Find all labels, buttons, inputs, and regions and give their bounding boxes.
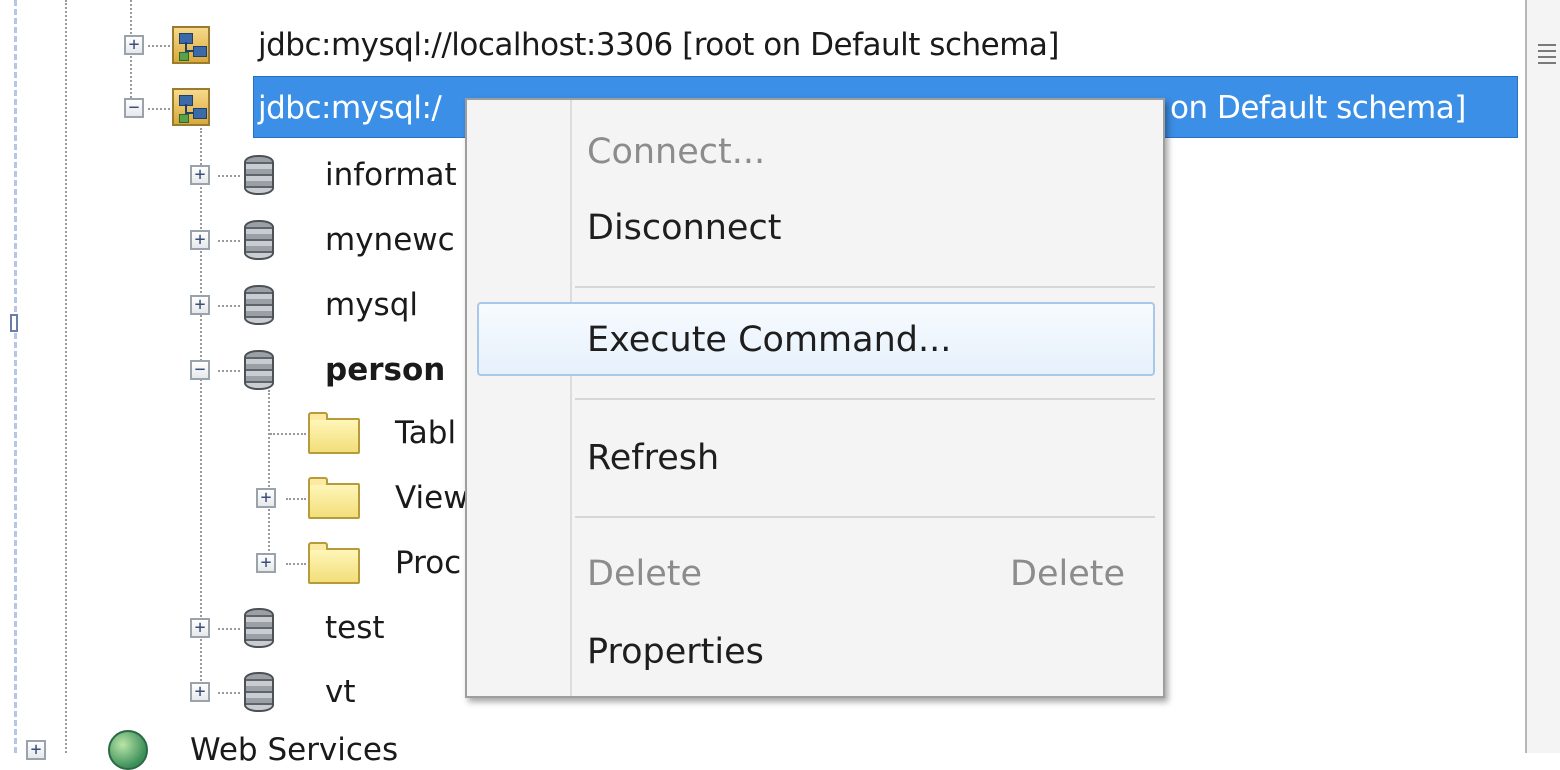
folder-icon — [308, 477, 360, 519]
schema-label[interactable]: test — [325, 608, 385, 648]
menu-item-connect[interactable]: Connect... — [587, 128, 765, 176]
database-schema-icon — [244, 672, 274, 712]
database-schema-icon — [244, 155, 274, 195]
menu-icon-gutter — [570, 100, 572, 696]
connection-label-selected-suffix[interactable]: on Default schema] — [1170, 88, 1466, 128]
expand-toggle-icon[interactable]: + — [190, 230, 210, 250]
expand-toggle-icon[interactable]: + — [26, 740, 46, 760]
schema-label[interactable]: mysql — [325, 285, 418, 325]
folder-label[interactable]: View — [395, 478, 469, 518]
schema-label-default[interactable]: person — [325, 350, 445, 390]
expand-toggle-icon[interactable]: + — [256, 488, 276, 508]
folder-icon — [308, 542, 360, 584]
menu-separator — [575, 516, 1155, 518]
menu-item-properties[interactable]: Properties — [587, 628, 764, 676]
tree-guide-line — [218, 628, 240, 630]
tree-guide-line — [65, 0, 67, 753]
vertical-scrollbar[interactable] — [1525, 0, 1560, 753]
menu-item-disconnect[interactable]: Disconnect — [587, 204, 781, 252]
tree-guide-line — [270, 433, 306, 435]
tree-guide-line — [130, 0, 132, 110]
services-label[interactable]: Web Services — [190, 730, 398, 770]
tree-guide-line — [200, 128, 202, 688]
database-schema-icon — [244, 350, 274, 390]
menu-item-delete[interactable]: Delete — [587, 550, 702, 598]
expand-toggle-icon[interactable]: + — [190, 618, 210, 638]
tree-guide-line — [268, 390, 270, 570]
tree-guide-line — [218, 240, 240, 242]
database-schema-icon — [244, 608, 274, 648]
folder-icon — [308, 412, 360, 454]
expand-toggle-icon[interactable]: + — [256, 553, 276, 573]
connection-label[interactable]: jdbc:mysql://localhost:3306 [root on Def… — [258, 25, 1060, 65]
tree-guide-line — [286, 498, 306, 500]
schema-label[interactable]: informat — [325, 155, 457, 195]
tree-guide-line — [218, 175, 240, 177]
tree-guide-line — [218, 370, 240, 372]
database-schema-icon — [244, 220, 274, 260]
panel-resize-handle[interactable] — [10, 314, 18, 332]
database-connection-icon — [172, 26, 210, 64]
tree-guide-line — [218, 692, 240, 694]
menu-separator — [575, 398, 1155, 400]
expand-toggle-icon[interactable]: + — [190, 295, 210, 315]
folder-label[interactable]: Proc — [395, 543, 461, 583]
delete-shortcut-label: Delete — [1010, 554, 1125, 594]
expand-toggle-icon[interactable]: + — [190, 165, 210, 185]
tree-guide-line — [218, 305, 240, 307]
tree-guide-line — [286, 563, 306, 565]
menu-item-refresh[interactable]: Refresh — [587, 434, 719, 482]
menu-separator — [575, 286, 1155, 288]
connection-label-selected[interactable]: jdbc:mysql:/ — [258, 88, 442, 128]
folder-label[interactable]: Tabl — [395, 413, 456, 453]
collapse-toggle-icon[interactable]: − — [124, 98, 144, 118]
expand-toggle-icon[interactable]: + — [124, 35, 144, 55]
menu-item-execute-command[interactable]: Execute Command... — [587, 316, 951, 364]
database-schema-icon — [244, 285, 274, 325]
schema-label[interactable]: vt — [325, 672, 356, 712]
web-services-icon — [108, 730, 148, 770]
expand-toggle-icon[interactable]: + — [190, 682, 210, 702]
tree-guide-line — [148, 108, 170, 110]
database-connection-icon — [172, 88, 210, 126]
scrollbar-grip-icon[interactable] — [1538, 44, 1556, 64]
collapse-toggle-icon[interactable]: − — [190, 360, 210, 380]
tree-guide-line — [148, 45, 170, 47]
panel-left-border — [14, 0, 17, 753]
schema-label[interactable]: mynewc — [325, 220, 455, 260]
context-menu: Connect... Disconnect Execute Command...… — [465, 98, 1165, 698]
